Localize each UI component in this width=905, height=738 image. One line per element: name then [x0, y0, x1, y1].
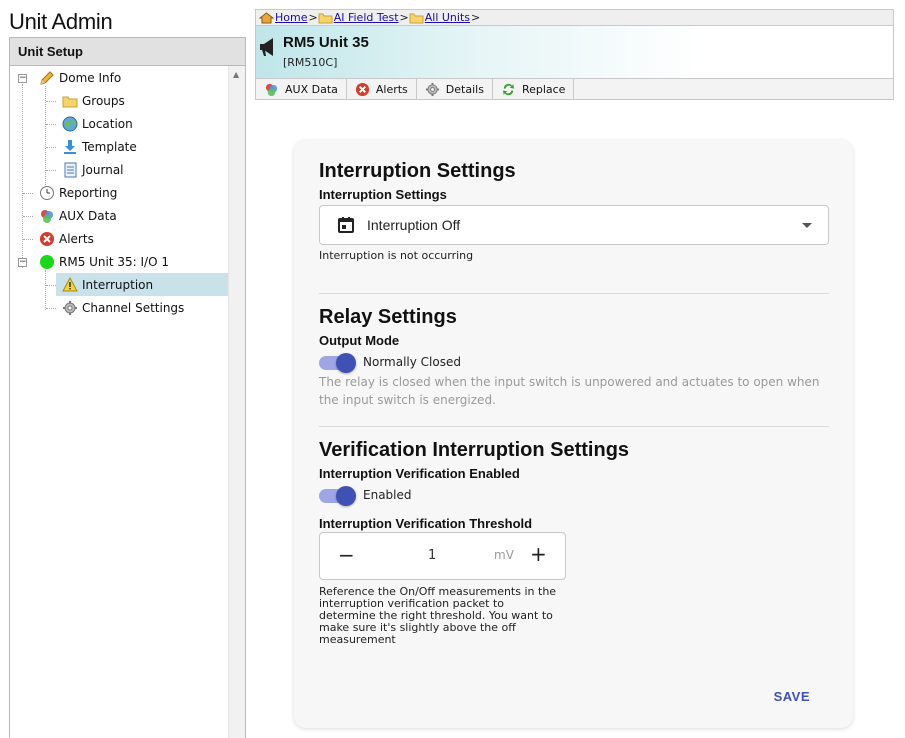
setup-tree: − − Dome Info Groups Location Template J…: [10, 66, 245, 738]
verification-enabled-toggle[interactable]: [319, 486, 356, 506]
breadcrumb-separator: >: [308, 11, 318, 24]
button-label: Alerts: [375, 82, 408, 96]
threshold-value[interactable]: 1: [428, 548, 436, 563]
chevron-down-icon[interactable]: [802, 223, 812, 228]
home-icon: [259, 11, 274, 24]
interruption-select-value: Interruption Off: [367, 217, 461, 233]
warning-icon: [61, 276, 78, 293]
interruption-status: Interruption is not occurring: [319, 249, 474, 262]
relay-description: The relay is closed when the input switc…: [319, 375, 820, 407]
details-button[interactable]: Details: [417, 79, 493, 99]
download-icon: [61, 138, 78, 155]
interruption-select[interactable]: Interruption Off: [319, 205, 829, 245]
pencil-icon: [38, 69, 55, 86]
interruption-label: Interruption Settings: [319, 187, 447, 202]
collapse-io-channel[interactable]: −: [18, 258, 27, 267]
alert-icon: [38, 230, 55, 247]
interruption-settings-card: Interruption Settings Interruption Setti…: [294, 140, 853, 728]
tree-item-template[interactable]: Template: [61, 135, 137, 158]
tree-label: Groups: [82, 93, 125, 108]
replace-button[interactable]: Replace: [493, 79, 575, 99]
tree-item-aux-data[interactable]: AUX Data: [38, 204, 117, 227]
button-label: AUX Data: [285, 82, 338, 96]
aux-data-button[interactable]: AUX Data: [256, 79, 347, 99]
aux-data-icon: [264, 82, 279, 97]
alert-icon: [355, 82, 370, 97]
clock-icon: [38, 184, 55, 201]
verification-toggle-label: Enabled: [363, 488, 412, 502]
tree-item-reporting[interactable]: Reporting: [38, 181, 117, 204]
tree-item-groups[interactable]: Groups: [61, 89, 125, 112]
threshold-stepper[interactable]: − 1 mV +: [319, 532, 566, 580]
output-mode-toggle-label: Normally Closed: [363, 355, 461, 369]
unit-setup-panel: Unit Setup − − Dome Info Groups Location…: [9, 37, 246, 738]
tree-label: Alerts: [59, 231, 94, 246]
breadcrumb-separator: >: [471, 11, 481, 24]
breadcrumb-separator: >: [399, 11, 409, 24]
panel-header: Unit Setup: [10, 38, 245, 66]
calendar-icon: [337, 216, 355, 234]
journal-icon: [61, 161, 78, 178]
tree-label: Channel Settings: [82, 300, 185, 315]
alerts-button[interactable]: Alerts: [347, 79, 417, 99]
globe-icon: [61, 115, 78, 132]
interruption-heading: Interruption Settings: [319, 160, 516, 182]
tree-label: AUX Data: [59, 208, 117, 223]
scroll-up-icon[interactable]: ▲: [233, 70, 239, 79]
tree-label: Dome Info: [59, 70, 122, 85]
unit-name: RM5 Unit 35: [283, 34, 369, 51]
megaphone-icon: [258, 36, 278, 62]
section-divider: [319, 293, 829, 294]
folder-icon: [61, 92, 78, 109]
unit-toolbar: AUX Data Alerts Details Replace: [255, 78, 894, 100]
tree-item-alerts[interactable]: Alerts: [38, 227, 94, 250]
tree-item-journal[interactable]: Journal: [61, 158, 124, 181]
button-label: Replace: [521, 82, 566, 96]
tree-item-io-channel[interactable]: RM5 Unit 35: I/O 1: [38, 250, 169, 273]
replace-icon: [501, 82, 516, 97]
tree-label: Location: [82, 116, 133, 131]
unit-model: [RM510C]: [283, 56, 338, 69]
gear-icon: [425, 82, 440, 97]
status-dot-icon: [38, 253, 55, 270]
button-label: Details: [445, 82, 484, 96]
unit-header: RM5 Unit 35 [RM510C]: [255, 26, 894, 78]
breadcrumb-home[interactable]: Home: [275, 11, 307, 24]
app-title: Unit Admin: [9, 9, 113, 34]
threshold-help: Reference the On/Off measurements in the…: [319, 585, 557, 646]
folder-icon: [409, 12, 424, 24]
toggle-knob: [336, 353, 356, 373]
aux-data-icon: [38, 207, 55, 224]
decrement-button[interactable]: −: [338, 543, 355, 567]
breadcrumb: Home > AI Field Test > All Units >: [255, 9, 894, 26]
folder-icon: [318, 12, 333, 24]
output-mode-toggle[interactable]: [319, 353, 356, 373]
gear-icon: [61, 299, 78, 316]
threshold-label: Interruption Verification Threshold: [319, 516, 533, 531]
tree-label: Journal: [82, 162, 124, 177]
toggle-knob: [336, 486, 356, 506]
tree-label: Template: [82, 139, 137, 154]
tree-item-interruption[interactable]: Interruption: [56, 273, 229, 296]
save-button[interactable]: SAVE: [774, 689, 810, 704]
output-mode-label: Output Mode: [319, 333, 400, 348]
tree-label: Interruption: [82, 277, 154, 292]
verification-heading: Verification Interruption Settings: [319, 439, 630, 461]
relay-heading: Relay Settings: [319, 306, 457, 328]
tree-scrollbar[interactable]: ▲: [228, 66, 245, 738]
tree-item-dome-info[interactable]: Dome Info: [38, 66, 121, 89]
breadcrumb-all-units[interactable]: All Units: [425, 11, 470, 24]
tree-label: Reporting: [59, 185, 118, 200]
tree-label: RM5 Unit 35: I/O 1: [59, 254, 169, 269]
tree-item-channel-settings[interactable]: Channel Settings: [61, 296, 184, 319]
verification-enabled-label: Interruption Verification Enabled: [319, 466, 520, 481]
tree-item-location[interactable]: Location: [61, 112, 133, 135]
threshold-unit: mV: [494, 548, 514, 562]
collapse-dome-info[interactable]: −: [18, 74, 27, 83]
section-divider: [319, 426, 829, 427]
breadcrumb-ai-field-test[interactable]: AI Field Test: [334, 11, 399, 24]
increment-button[interactable]: +: [530, 542, 547, 566]
